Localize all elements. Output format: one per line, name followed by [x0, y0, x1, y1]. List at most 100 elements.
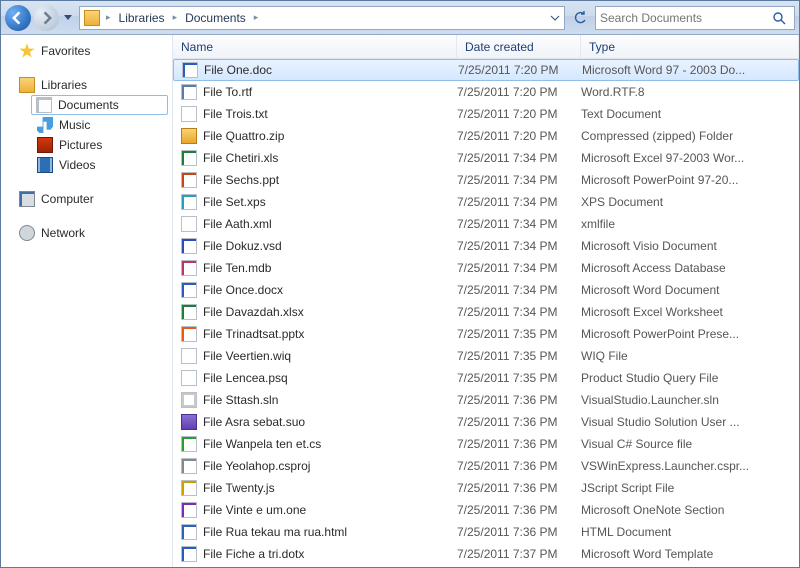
nav-item-music[interactable]: Music [1, 115, 172, 135]
file-type: VSWinExpress.Launcher.cspr... [581, 459, 799, 473]
file-type: Word.RTF.8 [581, 85, 799, 99]
file-type: Microsoft Visio Document [581, 239, 799, 253]
file-row[interactable]: File Wanpela ten et.cs 7/25/2011 7:36 PMV… [173, 433, 799, 455]
file-date: 7/25/2011 7:34 PM [457, 173, 581, 187]
file-name: File Veertien.wiq [203, 349, 291, 363]
file-icon [181, 282, 197, 298]
file-name: File Sttash.sln [203, 393, 278, 407]
refresh-button[interactable] [569, 7, 591, 29]
file-type: Microsoft Word Document [581, 283, 799, 297]
chevron-down-icon[interactable] [550, 13, 560, 23]
breadcrumb-item[interactable]: Documents [179, 11, 252, 25]
nav-network[interactable]: Network [1, 223, 172, 243]
file-name: File Lencea.psq [203, 371, 288, 385]
file-row[interactable]: File Ten.mdb7/25/2011 7:34 PMMicrosoft A… [173, 257, 799, 279]
nav-item-videos[interactable]: Videos [1, 155, 172, 175]
file-row[interactable]: File Sttash.sln7/25/2011 7:36 PMVisualSt… [173, 389, 799, 411]
file-date: 7/25/2011 7:36 PM [457, 459, 581, 473]
nav-item-pictures[interactable]: Pictures [1, 135, 172, 155]
file-name: File One.doc [204, 63, 272, 77]
libraries-icon [19, 77, 35, 93]
file-type: Microsoft OneNote Section [581, 503, 799, 517]
file-row[interactable]: File Rua tekau ma rua.html7/25/2011 7:36… [173, 521, 799, 543]
file-icon [181, 128, 197, 144]
back-button[interactable] [5, 5, 31, 31]
refresh-icon [573, 11, 587, 25]
nav-label: Libraries [41, 78, 87, 92]
nav-label: Computer [41, 192, 94, 206]
file-date: 7/25/2011 7:34 PM [457, 261, 581, 275]
file-date: 7/25/2011 7:36 PM [457, 437, 581, 451]
file-row[interactable]: File Quattro.zip7/25/2011 7:20 PMCompres… [173, 125, 799, 147]
file-row[interactable]: File Trois.txt 7/25/2011 7:20 PMText Docu… [173, 103, 799, 125]
file-row[interactable]: File Twenty.js7/25/2011 7:36 PMJScript S… [173, 477, 799, 499]
breadcrumb-item[interactable]: Libraries [113, 11, 171, 25]
file-date: 7/25/2011 7:34 PM [457, 239, 581, 253]
file-date: 7/25/2011 7:37 PM [457, 547, 581, 561]
ic-mus-icon [37, 117, 53, 133]
file-type: Microsoft Access Database [581, 261, 799, 275]
nav-favorites[interactable]: Favorites [1, 41, 172, 61]
file-row[interactable]: File Set.xps7/25/2011 7:34 PMXPS Documen… [173, 191, 799, 213]
arrow-right-icon [39, 11, 53, 25]
file-row[interactable]: File Asra sebat.suo7/25/2011 7:36 PMVisu… [173, 411, 799, 433]
address-bar: ▸ Libraries ▸ Documents ▸ [1, 1, 799, 35]
file-icon [181, 326, 197, 342]
file-icon [181, 392, 197, 408]
chevron-right-icon: ▸ [171, 12, 180, 23]
file-date: 7/25/2011 7:34 PM [457, 283, 581, 297]
file-rows[interactable]: File One.doc 7/25/2011 7:20 PM Microsoft W… [173, 59, 799, 567]
search-box[interactable] [595, 6, 795, 30]
file-type: Product Studio Query File [581, 371, 799, 385]
breadcrumb-bar[interactable]: ▸ Libraries ▸ Documents ▸ [79, 6, 565, 30]
file-date: 7/25/2011 7:34 PM [457, 195, 581, 209]
file-row[interactable]: File Yeolahop.csproj 7/25/2011 7:36 PMVSW… [173, 455, 799, 477]
file-date: 7/25/2011 7:34 PM [457, 305, 581, 319]
forward-button[interactable] [33, 5, 59, 31]
file-row[interactable]: File Dalawampu't apat.xsn7/25/2011 7:37 … [173, 565, 799, 567]
file-icon [181, 106, 197, 122]
file-row[interactable]: File Aath.xml7/25/2011 7:34 PMxmlfile [173, 213, 799, 235]
file-date: 7/25/2011 7:35 PM [457, 371, 581, 385]
column-header-date[interactable]: Date created [457, 35, 581, 58]
file-type: Visual Studio Solution User ... [581, 415, 799, 429]
file-name: File Set.xps [203, 195, 266, 209]
file-date: 7/25/2011 7:20 PM [457, 107, 581, 121]
nav-item-label: Videos [59, 158, 95, 172]
file-type: Visual C# Source file [581, 437, 799, 451]
file-row[interactable]: File Once.docx7/25/2011 7:34 PMMicrosoft… [173, 279, 799, 301]
computer-icon [19, 191, 35, 207]
file-type: Text Document [581, 107, 799, 121]
file-name: File Wanpela ten et.cs [203, 437, 321, 451]
column-header-name[interactable]: Name [173, 35, 457, 58]
file-row[interactable]: File Vinte e um.one7/25/2011 7:36 PMMicr… [173, 499, 799, 521]
file-row[interactable]: File Sechs.ppt7/25/2011 7:34 PMMicrosoft… [173, 169, 799, 191]
ic-vid-icon [37, 157, 53, 173]
nav-item-documents[interactable]: Documents [31, 95, 168, 115]
nav-computer[interactable]: Computer [1, 189, 172, 209]
file-row[interactable]: File Trinadtsat.pptx7/25/2011 7:35 PMMic… [173, 323, 799, 345]
file-row[interactable]: File One.doc7/25/2011 7:20 PMMicrosoft W… [173, 59, 799, 81]
file-row[interactable]: File To.rtf7/25/2011 7:20 PMWord.RTF.8 [173, 81, 799, 103]
file-name: File Yeolahop.csproj [203, 459, 310, 473]
file-icon [181, 370, 197, 386]
file-row[interactable]: File Chetiri.xls7/25/2011 7:34 PMMicroso… [173, 147, 799, 169]
file-icon [181, 194, 197, 210]
file-row[interactable]: File Veertien.wiq7/25/2011 7:35 PMWIQ Fi… [173, 345, 799, 367]
file-row[interactable]: File Lencea.psq 7/25/2011 7:35 PMProduct … [173, 367, 799, 389]
history-dropdown[interactable] [61, 5, 75, 31]
ic-doc-icon [36, 97, 52, 113]
column-headers: Name Date created Type [173, 35, 799, 59]
column-header-type[interactable]: Type [581, 35, 799, 58]
file-row[interactable]: File Dokuz.vsd7/25/2011 7:34 PMMicrosoft… [173, 235, 799, 257]
file-name: File Trois.txt [203, 107, 268, 121]
file-type: Microsoft Word Template [581, 547, 799, 561]
search-input[interactable] [600, 11, 772, 25]
nav-libraries-group: Libraries DocumentsMusicPictures Videos [1, 75, 172, 175]
file-row[interactable]: File Davazdah.xlsx7/25/2011 7:34 PMMicro… [173, 301, 799, 323]
file-icon [181, 524, 197, 540]
file-row[interactable]: File Fiche a tri.dotx7/25/2011 7:37 PMMi… [173, 543, 799, 565]
file-type: VisualStudio.Launcher.sln [581, 393, 799, 407]
nav-libraries[interactable]: Libraries [1, 75, 172, 95]
file-icon [181, 260, 197, 276]
